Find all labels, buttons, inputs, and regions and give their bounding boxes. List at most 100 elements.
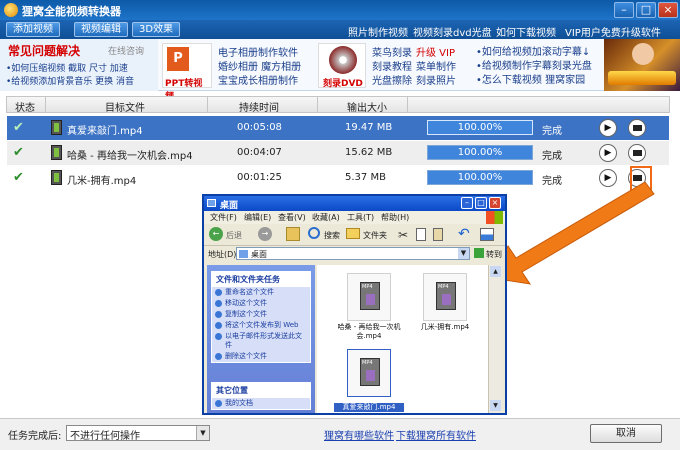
menu-bar: 添加视频 视频编辑 3D效果 照片制作视频 视频刻录dvd光盘 如何下载视频 V… (0, 20, 680, 39)
search-icon[interactable] (308, 227, 320, 239)
scroll-subtitle-link[interactable]: •如何给视频加滚动字幕↓ (476, 43, 590, 58)
minimize-button[interactable]: – (614, 2, 634, 18)
burn-tutorial-link[interactable]: 刻录教程 (372, 58, 412, 73)
download-video-link[interactable]: 如何下载视频 (496, 24, 556, 39)
file-view-scrollbar[interactable]: ▲ ▼ (488, 265, 502, 413)
album-software-link[interactable]: 电子相册制作软件 (218, 44, 298, 59)
mp4-file-icon (436, 282, 456, 310)
back-icon[interactable]: ← (209, 227, 223, 241)
row-duration: 00:05:08 (237, 122, 282, 133)
chevron-down-icon[interactable]: ▼ (196, 426, 209, 440)
windows-logo-icon (486, 211, 503, 224)
row-size: 19.47 MB (345, 122, 393, 133)
views-icon[interactable] (480, 228, 494, 241)
after-task-select[interactable]: 不进行任何操作 ▼ (66, 425, 210, 442)
file-task-header[interactable]: 文件和文件夹任务 (212, 272, 310, 287)
file-name-zhenai[interactable]: 真爱来敲门.mp4 (334, 403, 404, 412)
upgrade-vip-link[interactable]: 升级 VIP (416, 44, 455, 59)
row-progress: 100.00% (427, 120, 533, 135)
copy-icon[interactable] (416, 228, 426, 241)
maximize-button[interactable]: □ (636, 2, 656, 18)
baby-album-link[interactable]: 宝宝成长相册制作 (218, 72, 298, 87)
explorer-close-button[interactable]: × (489, 197, 501, 209)
file-thumb-hasang[interactable] (347, 273, 391, 321)
app-logo-icon (4, 3, 18, 17)
up-folder-icon[interactable] (286, 227, 300, 241)
after-task-value: 不进行任何操作 (70, 431, 140, 442)
file-name-jimi[interactable]: 几米-拥有.mp4 (410, 323, 480, 332)
explorer-toolbar: ← 后退 → 搜索 文件夹 ✂ ↶ (204, 224, 505, 246)
dvd-disc-icon (329, 46, 357, 74)
folders-icon[interactable] (346, 228, 360, 239)
row-size: 15.62 MB (345, 147, 393, 158)
table-row[interactable]: ✔ 真爱来敲门.mp4 00:05:08 19.47 MB 100.00% 完成… (7, 116, 669, 140)
go-arrow-icon[interactable] (474, 248, 484, 258)
faq-link-compress[interactable]: •如何压缩视频 截取 尺寸 加速 (6, 61, 128, 74)
file-thumb-jimi[interactable] (423, 273, 467, 321)
address-dropdown-icon[interactable]: ▼ (458, 248, 469, 259)
3d-effect-button[interactable]: 3D效果 (132, 22, 181, 37)
scroll-down-icon[interactable]: ▼ (490, 400, 501, 411)
burn-dvd-ad[interactable]: 刻录DVD (318, 43, 366, 89)
explorer-minimize-button[interactable]: – (461, 197, 473, 209)
explorer-maximize-button[interactable]: □ (475, 197, 487, 209)
cut-icon[interactable]: ✂ (398, 228, 408, 242)
menu-file[interactable]: 文件(F) (210, 212, 237, 223)
title-bar: 狸窝全能视频转换器 – □ × (0, 0, 680, 20)
disc-erase-link[interactable]: 光盘擦除 (372, 72, 412, 87)
row-file-name: 几米-拥有.mp4 (67, 176, 137, 187)
task-email[interactable]: 以电子邮件形式发送此文件 (212, 331, 310, 351)
faq-link-music[interactable]: •给视频添加背景音乐 更换 消音 (6, 74, 134, 87)
forward-icon[interactable]: → (258, 227, 272, 241)
online-consult-link[interactable]: 在线咨询 (108, 44, 144, 57)
rookie-burn-link[interactable]: 菜鸟刻录 (372, 44, 412, 59)
paste-icon[interactable] (433, 228, 443, 241)
my-documents-link[interactable]: 我的文档 (212, 398, 310, 409)
add-video-button[interactable]: 添加视频 (6, 22, 60, 37)
other-places-header[interactable]: 其它位置 (212, 383, 310, 398)
search-label[interactable]: 搜索 (324, 230, 340, 241)
ppt-to-video-ad[interactable]: P PPT转视频 (162, 43, 212, 102)
task-copy[interactable]: 复制这个文件 (212, 309, 310, 320)
edit-video-button[interactable]: 视频编辑 (74, 22, 128, 37)
scroll-up-icon[interactable]: ▲ (490, 266, 501, 277)
back-label[interactable]: 后退 (226, 230, 242, 241)
col-status: 状态 (15, 103, 35, 114)
subtitle-burn-link[interactable]: •给视频制作字幕刻录光盘 (476, 57, 592, 72)
task-publish-web[interactable]: 将这个文件发布到 Web (212, 320, 310, 331)
burn-photos-link[interactable]: 刻录照片 (416, 72, 456, 87)
task-move[interactable]: 移动这个文件 (212, 298, 310, 309)
go-label[interactable]: 转到 (486, 249, 502, 260)
menu-edit[interactable]: 编辑(E) (244, 212, 271, 223)
download-video-home-link[interactable]: •怎么下载视频 狸窝家园 (476, 71, 585, 86)
vip-upgrade-link[interactable]: VIP用户免费升级软件 (565, 24, 661, 39)
task-delete[interactable]: 删除这个文件 (212, 351, 310, 362)
wedding-album-link[interactable]: 婚纱相册 魔方相册 (218, 58, 301, 73)
file-thumb-zhenai[interactable] (347, 349, 391, 397)
open-folder-icon[interactable] (628, 119, 646, 137)
file-name-hasang[interactable]: 哈桑 - 再给我一次机会.mp4 (334, 323, 404, 341)
folders-label[interactable]: 文件夹 (363, 230, 387, 241)
menu-make-link[interactable]: 菜单制作 (416, 58, 456, 73)
undo-icon[interactable]: ↶ (458, 226, 470, 242)
address-value: 桌面 (251, 250, 267, 259)
done-check-icon: ✔ (13, 145, 24, 160)
row-progress: 100.00% (427, 145, 533, 160)
task-rename[interactable]: 重命名这个文件 (212, 287, 310, 298)
explorer-menu-bar: 文件(F) 编辑(E) 查看(V) 收藏(A) 工具(T) 帮助(H) (204, 211, 505, 224)
game-ad-image[interactable] (604, 39, 680, 91)
dvd-burn-link[interactable]: 视频刻录dvd光盘 (413, 24, 492, 39)
menu-help[interactable]: 帮助(H) (381, 212, 409, 223)
software-list-link[interactable]: 狸窝有哪些软件 (324, 427, 394, 442)
play-icon[interactable]: ▶ (599, 119, 617, 137)
menu-favorites[interactable]: 收藏(A) (312, 212, 340, 223)
faq-panel: 常见问题解决 在线咨询 •如何压缩视频 截取 尺寸 加速 •给视频添加背景音乐 … (0, 39, 158, 91)
menu-view[interactable]: 查看(V) (278, 212, 306, 223)
photo-video-link[interactable]: 照片制作视频 (348, 24, 408, 39)
cancel-button[interactable]: 取消 (590, 424, 662, 443)
close-button[interactable]: × (658, 2, 678, 18)
menu-tools[interactable]: 工具(T) (347, 212, 374, 223)
address-input[interactable]: 桌面 ▼ (236, 247, 470, 260)
download-all-link[interactable]: 下载狸窝所有软件 (396, 427, 476, 442)
col-duration: 持续时间 (239, 103, 279, 114)
